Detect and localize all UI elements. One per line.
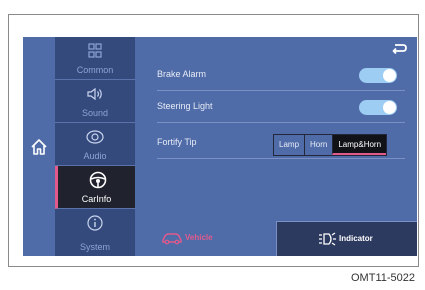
tab-vehicle[interactable]: Vehicle xyxy=(135,221,276,256)
sidebar-item-system[interactable]: System xyxy=(55,209,135,256)
sidebar-item-label: CarInfo xyxy=(81,194,112,204)
car-icon xyxy=(162,233,182,245)
sidebar-item-carinfo[interactable]: CarInfo xyxy=(55,166,135,209)
bottom-tabs: Vehicle Indicator xyxy=(135,221,417,256)
grid-icon xyxy=(88,43,102,58)
setting-row-fortify-tip: Fortify Tip Lamp Horn Lamp&Horn xyxy=(157,128,405,159)
sidebar-item-audio[interactable]: Audio xyxy=(55,123,135,166)
setting-row-steering-light: Steering Light xyxy=(157,92,405,123)
sidebar: Common Sound Audio CarInfo System xyxy=(55,37,135,256)
sidebar-item-sound[interactable]: Sound xyxy=(55,80,135,123)
audio-icon xyxy=(86,130,104,144)
steering-wheel-icon xyxy=(89,171,107,189)
setting-row-brake-alarm: Brake Alarm xyxy=(157,60,405,91)
toggle-knob xyxy=(383,69,396,82)
speaker-icon xyxy=(87,87,102,101)
figure-caption: OMT11-5022 xyxy=(351,272,415,284)
head-unit-screen: Common Sound Audio CarInfo System Brake … xyxy=(23,37,417,256)
indicator-icon xyxy=(319,232,336,246)
back-icon[interactable] xyxy=(391,43,407,55)
home-icon[interactable] xyxy=(29,137,49,157)
fortify-tip-label: Fortify Tip xyxy=(157,137,197,147)
tab-indicator[interactable]: Indicator xyxy=(276,221,417,256)
sidebar-item-label: Common xyxy=(76,65,114,75)
option-horn[interactable]: Horn xyxy=(304,135,333,155)
tab-indicator-label: Indicator xyxy=(339,234,373,243)
sidebar-item-label: Audio xyxy=(83,151,107,161)
settings-panel: Brake Alarm Steering Light Fortify Tip L… xyxy=(135,37,417,256)
sidebar-item-label: Sound xyxy=(81,108,109,118)
info-icon xyxy=(87,215,103,231)
brake-alarm-label: Brake Alarm xyxy=(157,69,207,79)
sidebar-item-label: System xyxy=(79,242,110,252)
option-lamp-and-horn[interactable]: Lamp&Horn xyxy=(332,135,387,155)
steering-light-label: Steering Light xyxy=(157,101,213,111)
toggle-knob xyxy=(383,101,396,114)
steering-light-toggle[interactable] xyxy=(359,100,397,115)
option-lamp[interactable]: Lamp xyxy=(274,135,305,155)
fortify-tip-selector: Lamp Horn Lamp&Horn xyxy=(273,134,388,156)
home-column xyxy=(23,37,55,256)
tab-vehicle-label: Vehicle xyxy=(185,233,213,242)
sidebar-item-common[interactable]: Common xyxy=(55,37,135,80)
brake-alarm-toggle[interactable] xyxy=(359,68,397,83)
